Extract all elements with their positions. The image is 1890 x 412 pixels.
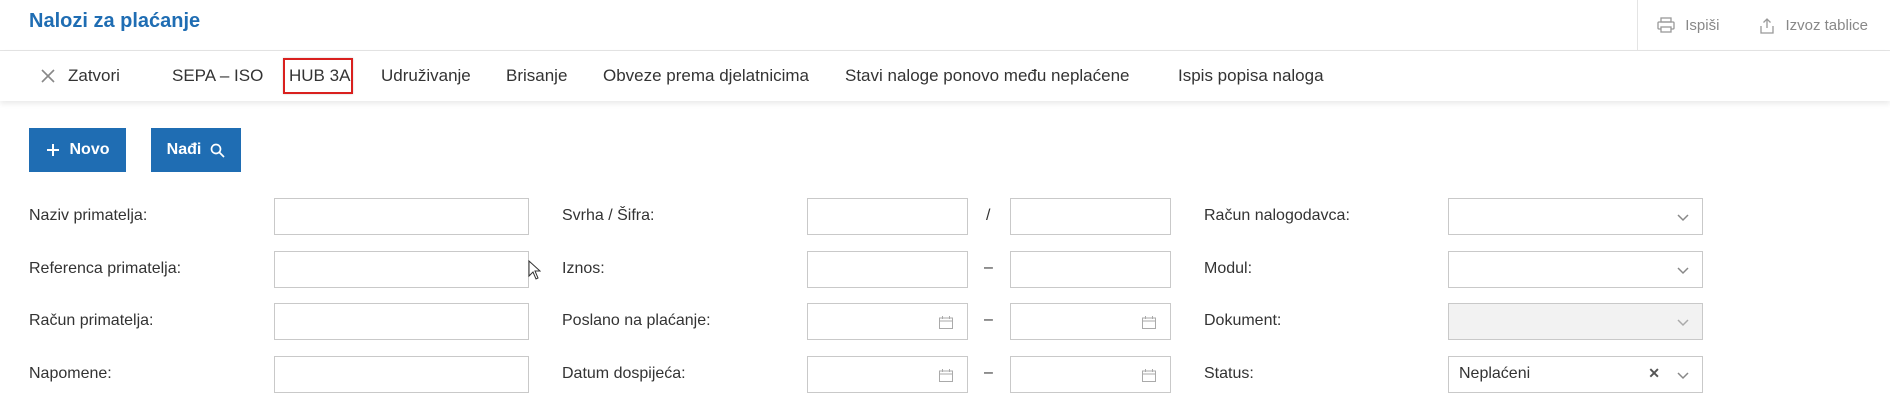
amount-label: Iznos: bbox=[562, 260, 605, 277]
calendar-icon[interactable] bbox=[1142, 316, 1156, 329]
title-bar: Nalozi za plaćanje Ispiši Izvoz tablice bbox=[0, 0, 1890, 51]
mouse-cursor-icon bbox=[528, 260, 541, 280]
recipient-reference-label: Referenca primatelja: bbox=[29, 260, 182, 277]
sent-for-payment-label: Poslano na plaćanje: bbox=[562, 312, 711, 329]
document-label: Dokument: bbox=[1204, 312, 1282, 329]
calendar-icon[interactable] bbox=[1142, 369, 1156, 382]
code-input[interactable] bbox=[1010, 198, 1171, 235]
chevron-down-icon bbox=[1677, 319, 1689, 327]
due-to-date-input[interactable] bbox=[1010, 356, 1171, 393]
toolbar-item-obveze-prema-djelatnicima[interactable]: Obveze prema djelatnicima bbox=[603, 51, 809, 101]
toolbar-item-udruzivanje[interactable]: Udruživanje bbox=[381, 51, 471, 101]
new-label: Novo bbox=[69, 141, 110, 158]
top-actions: Ispiši Izvoz tablice bbox=[1617, 0, 1868, 50]
search-icon bbox=[210, 143, 225, 158]
sent-to-date-input[interactable] bbox=[1010, 303, 1171, 340]
chevron-down-icon bbox=[1677, 214, 1689, 222]
toolbar-item-stavi-naloge-neplacene[interactable]: Stavi naloge ponovo među neplaćene bbox=[845, 51, 1130, 101]
purpose-separator: / bbox=[986, 207, 991, 224]
due-range-separator: – bbox=[984, 364, 993, 381]
plus-icon bbox=[46, 144, 59, 156]
status-label: Status: bbox=[1204, 365, 1254, 382]
find-button[interactable]: Nađi bbox=[151, 128, 241, 172]
find-label: Nađi bbox=[166, 141, 202, 158]
payer-account-label: Račun nalogodavca: bbox=[1204, 207, 1350, 224]
purpose-code-label: Svrha / Šifra: bbox=[562, 207, 655, 224]
new-button[interactable]: Novo bbox=[29, 128, 126, 172]
chevron-down-icon bbox=[1677, 267, 1689, 275]
highlight-box bbox=[283, 58, 353, 94]
purpose-input[interactable] bbox=[807, 198, 968, 235]
recipient-name-input[interactable] bbox=[274, 198, 529, 235]
print-label: Ispiši bbox=[1685, 16, 1720, 34]
clear-icon[interactable]: ✕ bbox=[1648, 365, 1660, 382]
close-label: Zatvori bbox=[68, 66, 120, 85]
print-button[interactable]: Ispiši bbox=[1657, 17, 1719, 34]
notes-label: Napomene: bbox=[29, 365, 112, 382]
toolbar-item-sepa-iso[interactable]: SEPA – ISO bbox=[172, 51, 263, 101]
close-icon bbox=[41, 69, 55, 83]
close-button[interactable]: Zatvori bbox=[40, 51, 120, 101]
sent-range-separator: – bbox=[984, 311, 993, 328]
amount-range-separator: – bbox=[984, 259, 993, 276]
export-table-button[interactable]: Izvoz tablice bbox=[1759, 17, 1868, 34]
export-icon bbox=[1760, 17, 1775, 34]
due-from-date-input[interactable] bbox=[807, 356, 968, 393]
printer-icon bbox=[1657, 17, 1675, 33]
toolbar-item-brisanje[interactable]: Brisanje bbox=[506, 51, 567, 101]
status-value: Neplaćeni bbox=[1459, 365, 1531, 382]
module-label: Modul: bbox=[1204, 260, 1253, 277]
amount-from-input[interactable] bbox=[807, 251, 968, 288]
amount-to-input[interactable] bbox=[1010, 251, 1171, 288]
calendar-icon[interactable] bbox=[939, 369, 953, 382]
calendar-icon[interactable] bbox=[939, 316, 953, 329]
recipient-account-input[interactable] bbox=[274, 303, 529, 340]
document-select bbox=[1448, 303, 1703, 340]
page-title: Nalozi za plaćanje bbox=[29, 10, 201, 32]
recipient-account-label: Račun primatelja: bbox=[29, 312, 154, 329]
module-select[interactable] bbox=[1448, 251, 1703, 288]
recipient-reference-input[interactable] bbox=[274, 251, 529, 288]
payer-account-select[interactable] bbox=[1448, 198, 1703, 235]
export-label: Izvoz tablice bbox=[1785, 16, 1868, 34]
due-date-label: Datum dospijeća: bbox=[562, 365, 686, 382]
status-select[interactable]: Neplaćeni ✕ bbox=[1448, 356, 1703, 393]
sent-from-date-input[interactable] bbox=[807, 303, 968, 340]
notes-input[interactable] bbox=[274, 356, 529, 393]
toolbar-item-ispis-popisa-naloga[interactable]: Ispis popisa naloga bbox=[1178, 51, 1324, 101]
chevron-down-icon bbox=[1677, 372, 1689, 380]
recipient-name-label: Naziv primatelja: bbox=[29, 207, 148, 224]
